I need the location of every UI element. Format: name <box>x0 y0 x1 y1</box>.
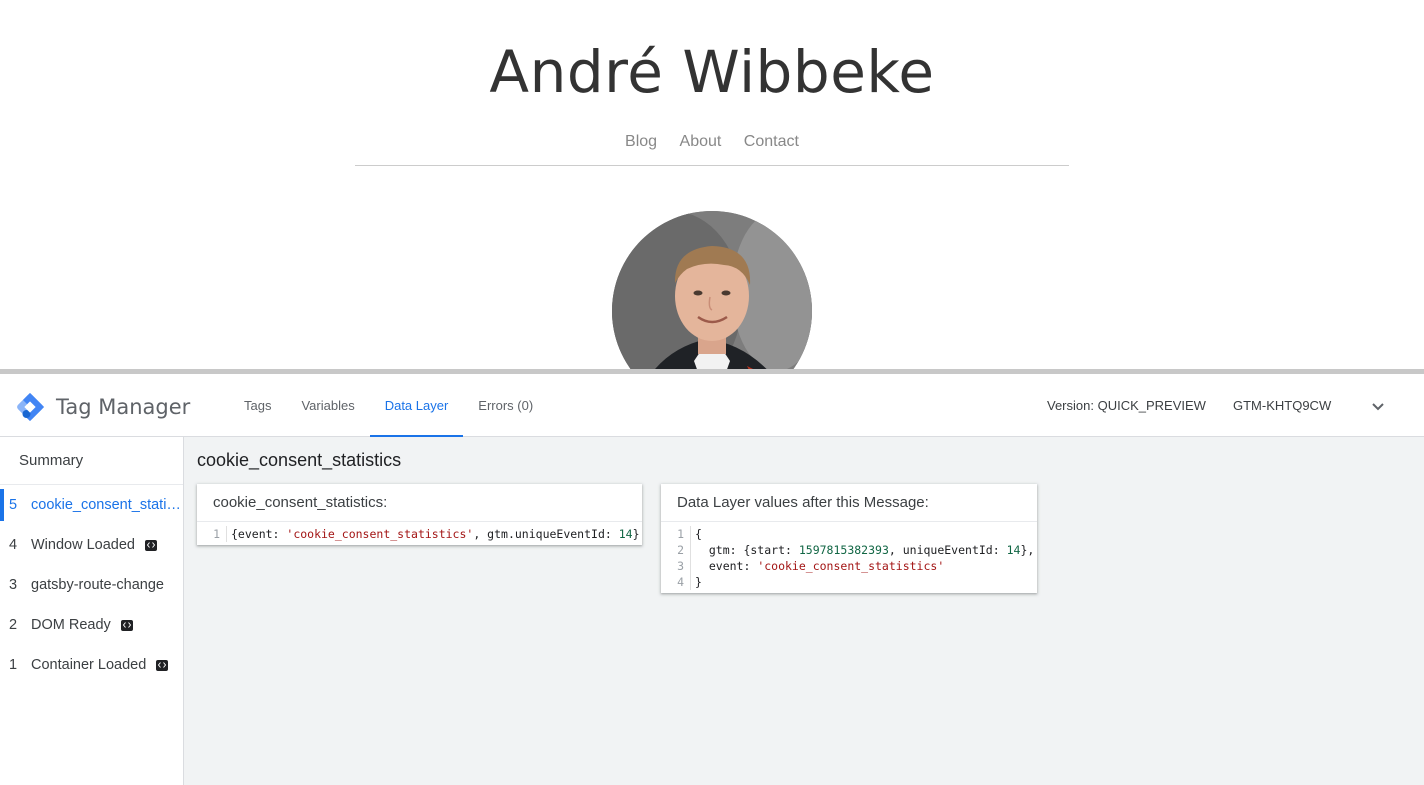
number-token: 14 <box>1006 543 1021 557</box>
code-line: {event: 'cookie_consent_statistics', gtm… <box>231 526 640 542</box>
line-number: 1 <box>213 527 220 541</box>
code-line: event: 'cookie_consent_statistics' <box>695 558 1034 574</box>
message-card: cookie_consent_statistics: 1 {event: 'co… <box>197 484 642 545</box>
data-layer-main: cookie_consent_statistics cookie_consent… <box>184 437 1424 785</box>
site-title: André Wibbeke <box>489 38 935 106</box>
string-token: 'cookie_consent_statistics' <box>286 527 474 541</box>
line-number: 2 <box>677 543 684 557</box>
message-code-block[interactable]: 1 {event: 'cookie_consent_statistics', g… <box>197 522 642 545</box>
code-token: {event: <box>231 527 287 541</box>
tab-tags[interactable]: Tags <box>229 374 286 437</box>
chevron-down-icon[interactable] <box>1370 400 1386 414</box>
tag-manager-title: Tag Manager <box>56 395 191 419</box>
line-number: 3 <box>677 559 684 573</box>
sidebar-summary[interactable]: Summary <box>0 437 183 485</box>
values-card: Data Layer values after this Message: 1 2… <box>661 484 1037 593</box>
website-page: André Wibbeke Blog About Contact <box>0 0 1424 369</box>
profile-photo <box>612 211 812 369</box>
selected-event-title: cookie_consent_statistics <box>197 450 402 470</box>
tag-manager-logo-icon <box>17 392 45 422</box>
code-token: gtm: {start: <box>695 543 799 557</box>
event-label: cookie_consent_statistics <box>31 497 182 513</box>
nav-link-contact[interactable]: Contact <box>744 133 799 151</box>
code-icon <box>120 619 133 631</box>
event-number: 3 <box>9 577 18 593</box>
code-token: } <box>695 575 702 589</box>
sidebar-event-5[interactable]: 5 cookie_consent_statistics <box>0 485 183 525</box>
event-label: gatsby-route-change <box>31 577 164 593</box>
sidebar-event-4[interactable]: 4 Window Loaded <box>0 525 183 565</box>
version-label: Version: QUICK_PREVIEW <box>1047 398 1206 413</box>
event-sidebar: Summary 5 cookie_consent_statistics 4 Wi… <box>0 437 184 785</box>
code-token: event: <box>695 559 758 573</box>
debug-tabs: Tags Variables Data Layer Errors (0) <box>229 374 548 438</box>
values-card-heading: Data Layer values after this Message: <box>661 484 1037 522</box>
nav-link-about[interactable]: About <box>680 133 722 151</box>
sidebar-event-2[interactable]: 2 DOM Ready <box>0 605 183 645</box>
sidebar-event-3[interactable]: 3 gatsby-route-change <box>0 565 183 605</box>
number-token: 1597815382393 <box>798 543 889 557</box>
code-line: gtm: {start: 1597815382393, uniqueEventI… <box>695 542 1034 558</box>
code-token: { <box>695 527 702 541</box>
code-line: { <box>695 526 1034 542</box>
gtm-header: Tag Manager Tags Variables Data Layer Er… <box>0 374 1424 438</box>
nav-divider <box>355 165 1069 166</box>
line-numbers: 1 <box>197 526 227 542</box>
event-number: 5 <box>9 497 18 513</box>
container-id[interactable]: GTM-KHTQ9CW <box>1233 398 1331 413</box>
code-token: }, <box>1020 543 1035 557</box>
line-number: 1 <box>677 527 684 541</box>
sidebar-event-1[interactable]: 1 Container Loaded <box>0 645 183 685</box>
tab-data-layer[interactable]: Data Layer <box>369 374 464 438</box>
code-icon <box>156 659 169 671</box>
event-label: Container Loaded <box>31 657 147 673</box>
event-number: 1 <box>9 657 18 673</box>
number-token: 14 <box>618 527 633 541</box>
event-label: DOM Ready <box>31 617 111 633</box>
code-lines: { gtm: {start: 1597815382393, uniqueEven… <box>691 526 1034 590</box>
event-label: Window Loaded <box>31 537 135 553</box>
code-token: , uniqueEventId: <box>888 543 1007 557</box>
line-number: 4 <box>677 575 684 589</box>
code-token: , gtm.uniqueEventId: <box>473 527 619 541</box>
string-token: 'cookie_consent_statistics' <box>757 559 945 573</box>
line-numbers: 1 2 3 4 <box>661 526 691 590</box>
code-line: } <box>695 574 1034 590</box>
event-number: 4 <box>9 537 18 553</box>
tab-variables[interactable]: Variables <box>286 374 369 437</box>
values-code-block[interactable]: 1 2 3 4 { gtm: {start: 1597815382393, uniqu… <box>661 522 1037 593</box>
event-number: 2 <box>9 617 18 633</box>
code-lines: {event: 'cookie_consent_statistics', gtm… <box>227 526 640 542</box>
nav-link-blog[interactable]: Blog <box>625 133 657 151</box>
site-nav: Blog About Contact <box>0 133 1424 151</box>
code-icon <box>145 539 157 551</box>
gtm-debug-panel: Tag Manager Tags Variables Data Layer Er… <box>0 369 1424 785</box>
tab-errors[interactable]: Errors (0) <box>463 374 548 437</box>
code-token: } <box>632 527 640 541</box>
message-card-heading: cookie_consent_statistics: <box>197 484 642 522</box>
